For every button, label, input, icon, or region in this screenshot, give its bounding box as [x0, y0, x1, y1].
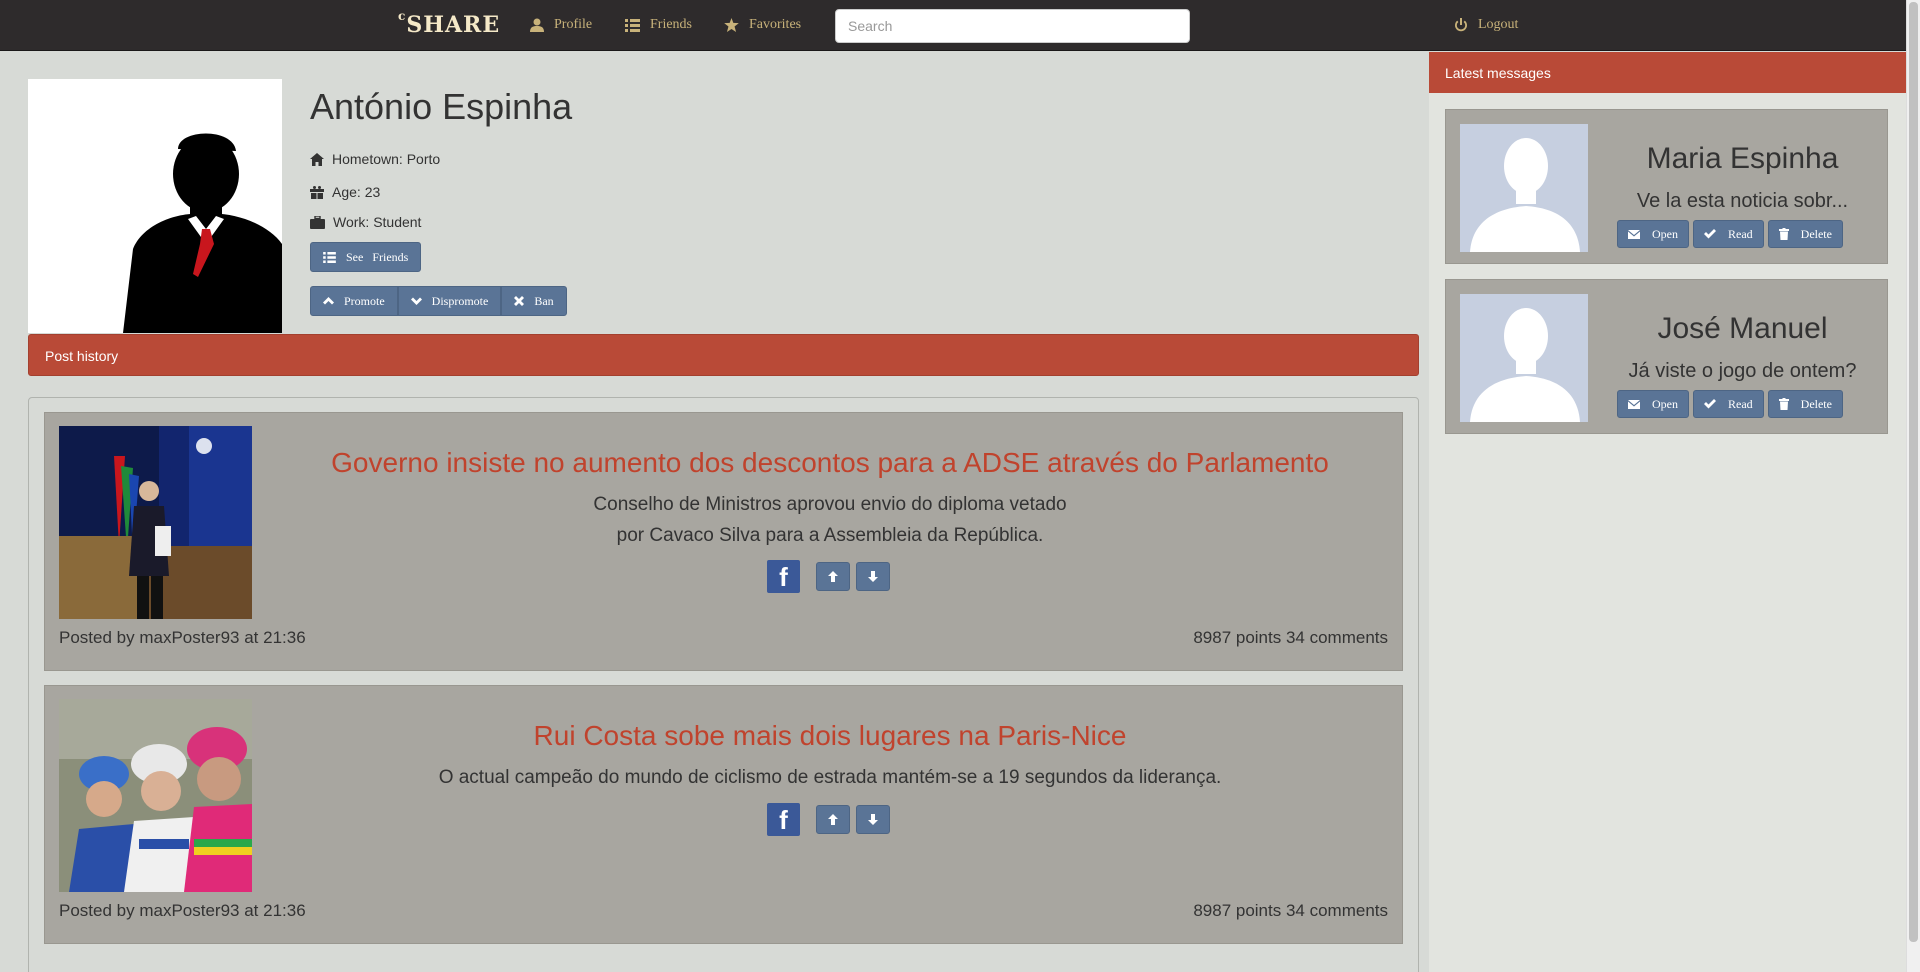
open-message-button[interactable]: Open	[1617, 220, 1689, 248]
post-thumbnail[interactable]	[59, 699, 252, 892]
hometown-row: Hometown: Porto	[310, 151, 440, 167]
post-title[interactable]: Rui Costa sobe mais dois lugares na Pari…	[275, 720, 1385, 752]
briefcase-icon	[310, 215, 325, 229]
arrow-up-icon	[828, 571, 838, 582]
downvote-button[interactable]	[856, 805, 890, 834]
post-title[interactable]: Governo insiste no aumento dos descontos…	[275, 447, 1385, 479]
scrollbar-thumb[interactable]	[1909, 2, 1918, 942]
post-history-header: Post history	[28, 334, 1419, 376]
open-message-button[interactable]: Open	[1617, 390, 1689, 418]
post-card: Rui Costa sobe mais dois lugares na Pari…	[44, 685, 1403, 944]
arrow-down-icon	[868, 571, 878, 582]
brand-logo[interactable]: cSHARE	[398, 9, 500, 38]
default-avatar-icon	[1460, 124, 1588, 252]
trash-icon	[1778, 228, 1789, 240]
post-actions: f	[767, 560, 890, 593]
post-card: Governo insiste no aumento dos descontos…	[44, 412, 1403, 671]
messages-sidebar: Latest messages Maria Espinha Ve la esta…	[1429, 52, 1906, 972]
moderation-buttons: Promote Dispromote Ban	[310, 286, 567, 316]
message-actions: Open Read Delete	[1617, 220, 1843, 248]
post-description: Conselho de Ministros aprovou envio do d…	[593, 494, 1067, 546]
post-author: Posted by maxPoster93 at 21:36	[59, 901, 306, 920]
list-icon	[323, 251, 336, 263]
work-row: Work: Student	[310, 214, 421, 230]
gift-icon	[310, 185, 324, 199]
message-sender: José Manuel	[1657, 312, 1828, 345]
user-icon	[530, 18, 544, 32]
search-input[interactable]	[835, 9, 1190, 43]
top-navbar: cSHARE Profile Friends Favorites Logout	[0, 0, 1906, 51]
post-stats: 8987 points 34 comments	[1193, 901, 1388, 920]
power-icon	[1455, 18, 1467, 32]
page-scrollbar[interactable]	[1906, 0, 1920, 972]
message-preview: Ve la esta noticia sobr...	[1636, 190, 1849, 212]
mark-read-button[interactable]: Read	[1693, 390, 1764, 418]
upvote-button[interactable]	[816, 562, 850, 591]
latest-messages-header: Latest messages	[1429, 52, 1906, 93]
envelope-icon	[1628, 229, 1640, 239]
arrow-down-icon	[868, 814, 878, 825]
silhouette-avatar-icon	[28, 79, 282, 333]
facebook-share-button[interactable]: f	[767, 803, 800, 836]
posts-panel: Governo insiste no aumento dos descontos…	[28, 397, 1419, 972]
cyclists-image	[59, 699, 252, 892]
message-avatar	[1460, 294, 1588, 422]
check-icon	[1704, 399, 1716, 409]
profile-name: António Espinha	[310, 86, 573, 127]
star-icon	[724, 18, 739, 32]
nav-friends[interactable]: Friends	[625, 17, 692, 33]
see-friends-button[interactable]: See Friends	[310, 242, 422, 272]
trash-icon	[1778, 398, 1789, 410]
check-icon	[1704, 229, 1716, 239]
post-stats: 8987 points 34 comments	[1193, 628, 1388, 647]
message-sender: Maria Espinha	[1646, 142, 1839, 175]
age-row: Age: 23	[310, 184, 380, 200]
nav-favorites[interactable]: Favorites	[724, 17, 801, 33]
delete-message-button[interactable]: Delete	[1767, 390, 1843, 418]
nav-logout[interactable]: Logout	[1454, 17, 1518, 33]
mark-read-button[interactable]: Read	[1693, 220, 1764, 248]
message-avatar	[1460, 124, 1588, 252]
post-author: Posted by maxPoster93 at 21:36	[59, 628, 306, 647]
message-actions: Open Read Delete	[1617, 390, 1843, 418]
facebook-icon: f	[779, 562, 788, 592]
upvote-button[interactable]	[816, 805, 850, 834]
arrow-up-icon	[828, 814, 838, 825]
post-thumbnail[interactable]	[59, 426, 252, 619]
post-actions: f	[767, 803, 890, 836]
dispromote-button[interactable]: Dispromote	[397, 286, 502, 316]
post-description: O actual campeão do mundo de ciclismo de…	[438, 767, 1222, 788]
delete-message-button[interactable]: Delete	[1767, 220, 1843, 248]
nav-profile[interactable]: Profile	[530, 17, 592, 33]
press-conference-image	[59, 426, 252, 619]
facebook-icon: f	[779, 805, 788, 835]
downvote-button[interactable]	[856, 562, 890, 591]
home-icon	[310, 152, 324, 166]
list-icon	[625, 18, 640, 32]
message-card: Maria Espinha Ve la esta noticia sobr...…	[1445, 109, 1888, 264]
facebook-share-button[interactable]: f	[767, 560, 800, 593]
chevron-down-icon	[410, 297, 422, 305]
ban-button[interactable]: Ban	[501, 286, 567, 316]
promote-button[interactable]: Promote	[310, 286, 398, 316]
close-icon	[514, 296, 525, 306]
message-preview: Já viste o jogo de ontem?	[1628, 360, 1857, 382]
chevron-up-icon	[323, 297, 334, 305]
envelope-icon	[1628, 399, 1640, 409]
message-card: José Manuel Já viste o jogo de ontem? Op…	[1445, 279, 1888, 434]
profile-avatar	[28, 79, 282, 333]
default-avatar-icon	[1460, 294, 1588, 422]
